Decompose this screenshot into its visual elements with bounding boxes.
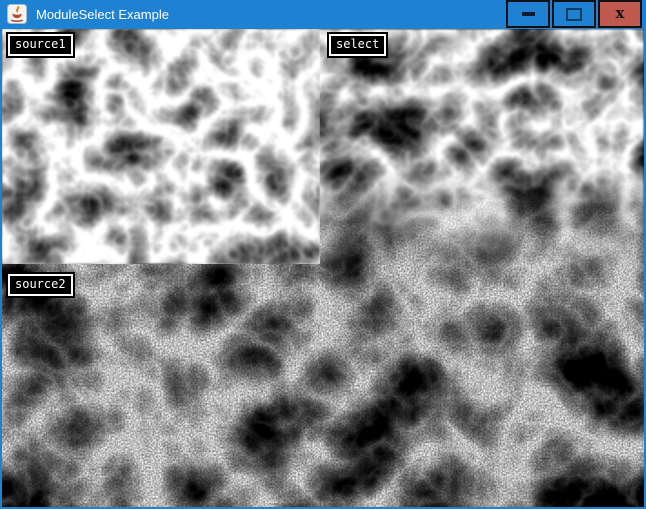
- title-bar[interactable]: ModuleSelect Example x: [0, 0, 646, 29]
- noise-canvas: [2, 29, 644, 507]
- window-controls: x: [504, 0, 642, 28]
- source1-label: source1: [8, 34, 73, 56]
- window-title: ModuleSelect Example: [36, 0, 169, 29]
- maximize-icon: [566, 8, 582, 21]
- render-area: source1 select source2: [2, 29, 644, 507]
- minimize-button[interactable]: [506, 0, 550, 28]
- source2-label: source2: [8, 274, 73, 296]
- source1-noise-image: [2, 29, 320, 264]
- select-label: select: [329, 34, 386, 56]
- java-coffee-cup-icon: [7, 4, 27, 24]
- app-window: ModuleSelect Example x: [0, 0, 646, 509]
- close-icon: x: [616, 6, 625, 21]
- maximize-button[interactable]: [552, 0, 596, 28]
- minimize-icon: [522, 12, 535, 16]
- close-button[interactable]: x: [598, 0, 642, 28]
